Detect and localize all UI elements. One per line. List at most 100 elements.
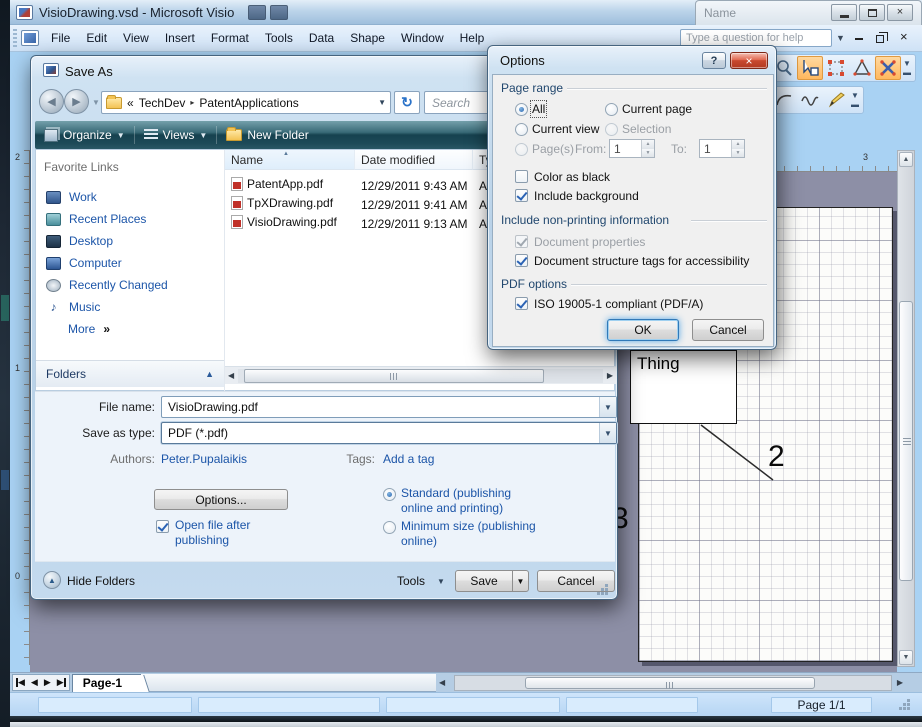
forward-icon[interactable]: ▶ (64, 89, 89, 114)
menu-item-help[interactable]: Help (452, 29, 493, 47)
file-row[interactable]: TpXDrawing.pdf (231, 196, 333, 210)
last-page-icon[interactable]: ▶ (57, 678, 66, 687)
sidebar-item-music[interactable]: ♪ Music (46, 300, 100, 314)
close-button[interactable]: × (887, 4, 913, 21)
scroll-down-icon[interactable]: ▼ (899, 650, 913, 665)
resize-grip-icon[interactable] (907, 699, 910, 702)
prev-page-icon[interactable]: ◀ (31, 678, 38, 687)
open-file-after-checkbox[interactable] (156, 520, 169, 533)
scroll-up-icon[interactable]: ▲ (899, 152, 913, 167)
toolbar-overflow-icon[interactable]: ▼▬ (851, 91, 859, 109)
first-page-icon[interactable]: ◀ (16, 678, 25, 687)
hscroll-left-icon[interactable]: ◀ (225, 371, 237, 380)
ok-button[interactable]: OK (607, 319, 679, 341)
hscroll-left-icon[interactable]: ◀ (436, 673, 448, 692)
toolbar-grip[interactable] (13, 29, 17, 47)
recent-pages-arrow-icon[interactable]: ▼ (92, 98, 100, 107)
file-name-input[interactable]: VisioDrawing.pdf ▼ (161, 396, 617, 418)
combo-dropdown-icon[interactable]: ▼ (599, 397, 616, 417)
sidebar-item-recent-places[interactable]: Recent Places (46, 212, 146, 226)
menu-item-insert[interactable]: Insert (157, 29, 203, 47)
current-view-radio-label[interactable]: Current view (532, 122, 599, 136)
sidebar-item-computer[interactable]: Computer (46, 256, 122, 270)
tags-value[interactable]: Add a tag (383, 452, 434, 466)
iso-compliant-label[interactable]: ISO 19005-1 compliant (PDF/A) (534, 297, 703, 311)
next-page-icon[interactable]: ▶ (44, 678, 51, 687)
breadcrumb-prefix[interactable]: « (127, 96, 134, 110)
thing-shape[interactable]: Thing (630, 350, 737, 424)
sidebar-item-recently-changed[interactable]: Recently Changed (46, 278, 168, 292)
all-radio[interactable] (515, 103, 528, 116)
minimum-size-radio-label[interactable]: Minimum size (publishing online) (401, 519, 551, 549)
help-icon[interactable]: ? (702, 52, 726, 69)
horizontal-scrollbar[interactable] (454, 675, 892, 691)
menu-item-tools[interactable]: Tools (257, 29, 301, 47)
hscroll-right-icon[interactable]: ▶ (604, 371, 616, 380)
breadcrumb-techdev[interactable]: TechDev (139, 96, 186, 110)
dialog-resize-grip-icon[interactable] (605, 584, 608, 587)
document-structure-label[interactable]: Document structure tags for accessibilit… (534, 254, 749, 268)
current-page-radio[interactable] (605, 103, 618, 116)
column-header-date-modified[interactable]: Date modified (355, 150, 473, 170)
pointer-tool-icon[interactable] (797, 56, 823, 80)
sidebar-item-desktop[interactable]: Desktop (46, 234, 113, 248)
save-as-type-select[interactable]: PDF (*.pdf) ▼ (161, 422, 617, 444)
folders-expander[interactable]: Folders ▲ (36, 360, 224, 387)
color-as-black-checkbox[interactable] (515, 170, 528, 183)
shape-tool-icon[interactable] (849, 56, 875, 80)
menu-item-edit[interactable]: Edit (78, 29, 115, 47)
doc-close-button[interactable]: × (900, 30, 908, 43)
organize-button[interactable]: Organize ▼ (35, 121, 134, 149)
all-radio-label[interactable]: All (532, 102, 545, 116)
tab-page-1[interactable]: Page-1 (72, 674, 141, 692)
minimum-size-radio[interactable] (383, 521, 396, 534)
hide-folders-label[interactable]: Hide Folders (67, 574, 135, 588)
marquee-tool-icon[interactable] (823, 56, 849, 80)
open-file-after-label[interactable]: Open file after publishing (175, 518, 283, 548)
refresh-icon[interactable]: ↻ (394, 91, 420, 114)
menu-item-file[interactable]: File (43, 29, 78, 47)
menu-item-view[interactable]: View (115, 29, 157, 47)
file-list-hscrollbar[interactable]: ◀ ▶ (225, 366, 616, 384)
cancel-button[interactable]: Cancel (692, 319, 764, 341)
authors-value[interactable]: Peter.Pupalaikis (161, 452, 247, 466)
doc-restore-button[interactable] (876, 33, 884, 45)
views-button[interactable]: Views ▼ (135, 121, 217, 149)
sidebar-item-work[interactable]: Work (46, 190, 97, 204)
save-split-arrow-icon[interactable]: ▼ (512, 571, 528, 591)
sidebar-item-more[interactable]: More » (68, 322, 110, 336)
new-folder-button[interactable]: New Folder (217, 121, 317, 149)
breadcrumb[interactable]: « TechDev ▸ PatentApplications ▼ (101, 91, 391, 114)
menu-item-format[interactable]: Format (203, 29, 257, 47)
current-page-radio-label[interactable]: Current page (622, 102, 692, 116)
column-header-name[interactable]: Name ▲ (225, 150, 355, 170)
help-dropdown-arrow-icon[interactable]: ▼ (836, 33, 845, 43)
freeform-tool-icon[interactable] (797, 88, 823, 112)
connector-tool-icon[interactable] (875, 56, 901, 80)
include-background-checkbox[interactable] (515, 189, 528, 202)
document-structure-checkbox[interactable] (515, 254, 528, 267)
file-row[interactable]: PatentApp.pdf (231, 177, 323, 191)
menu-item-data[interactable]: Data (301, 29, 342, 47)
toolbar-overflow-icon[interactable]: ▼▬ (903, 59, 911, 77)
callout-2-label[interactable]: 2 (768, 440, 785, 474)
maximize-button[interactable] (859, 4, 885, 21)
horizontal-scrollbar-thumb[interactable] (525, 677, 815, 689)
iso-compliant-checkbox[interactable] (515, 297, 528, 310)
cancel-button[interactable]: Cancel (537, 570, 615, 592)
save-button[interactable]: Save ▼ (455, 570, 529, 592)
breadcrumb-patentapplications[interactable]: PatentApplications (199, 96, 298, 110)
tools-dropdown-icon[interactable]: ▼ (437, 577, 445, 586)
file-row[interactable]: VisioDrawing.pdf (231, 215, 337, 229)
menu-item-window[interactable]: Window (393, 29, 452, 47)
combo-dropdown-icon[interactable]: ▼ (599, 423, 616, 443)
standard-radio[interactable] (383, 488, 396, 501)
minimize-button[interactable] (831, 4, 857, 21)
hscroll-thumb[interactable] (244, 369, 544, 383)
hide-folders-icon[interactable]: ▲ (43, 571, 61, 589)
close-icon[interactable]: × (730, 52, 768, 69)
standard-radio-label[interactable]: Standard (publishing online and printing… (401, 486, 533, 516)
color-as-black-label[interactable]: Color as black (534, 170, 610, 184)
address-dropdown-icon[interactable]: ▼ (378, 98, 386, 107)
tools-menu[interactable]: Tools (397, 574, 425, 588)
